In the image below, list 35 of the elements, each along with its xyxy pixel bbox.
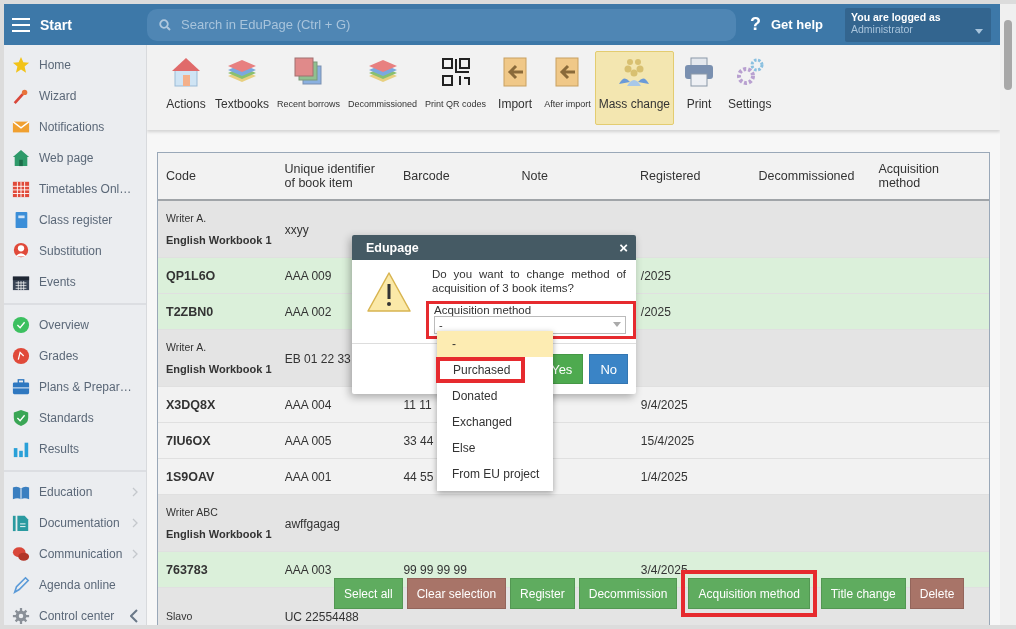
book-title: English Workbook 1	[166, 528, 273, 540]
table-cell: QP1L6O	[166, 269, 216, 283]
table-cell: X3DQ8X	[166, 398, 216, 412]
table-cell: AAA 002	[284, 305, 332, 319]
table-cell: xxyy	[284, 223, 309, 237]
table-cell: 44 55	[403, 470, 434, 484]
table-cell: AAA 001	[284, 470, 332, 484]
dialog-message: Do you want to change method of acquisition of 3 book items?	[432, 268, 626, 296]
table-cell: 33 44	[403, 434, 434, 448]
table-cell: 1/4/2025	[640, 470, 688, 484]
table-cell: AAA 004	[284, 398, 332, 412]
table-cell: AAA 005	[284, 434, 332, 448]
table-cell: /2025	[640, 269, 671, 283]
table-cell: T2ZBN0	[166, 305, 214, 319]
table-cell: 9/4/2025	[640, 398, 688, 412]
book-title: English Workbook 1	[166, 363, 273, 375]
dialog-title: Edupage	[366, 240, 419, 255]
table-cell: UC 22554488	[284, 610, 359, 624]
author-name: Writer A.	[166, 212, 208, 224]
author-name: Slavo	[166, 610, 194, 622]
field-label: Acquisition method	[434, 303, 533, 316]
table-cell: /2025	[640, 305, 671, 319]
book-title: English Workbook 1	[166, 234, 273, 246]
table-cell: 763783	[166, 563, 208, 577]
author-name: Writer ABC	[166, 506, 219, 518]
table-cell: 1S9OAV	[166, 470, 215, 484]
author-name: Writer A.	[166, 341, 208, 353]
table-cell: 7IU6OX	[166, 434, 211, 448]
table-cell: awffgagag	[284, 517, 340, 531]
table-cell: EB 01 22 33	[284, 352, 351, 366]
table-cell: 99 99 99 99	[403, 563, 467, 577]
table-cell: 11 11	[403, 398, 432, 412]
table-cell: AAA 009	[284, 269, 332, 283]
table-cell: 15/4/2025	[640, 434, 695, 448]
table-cell: AAA 003	[284, 563, 332, 577]
